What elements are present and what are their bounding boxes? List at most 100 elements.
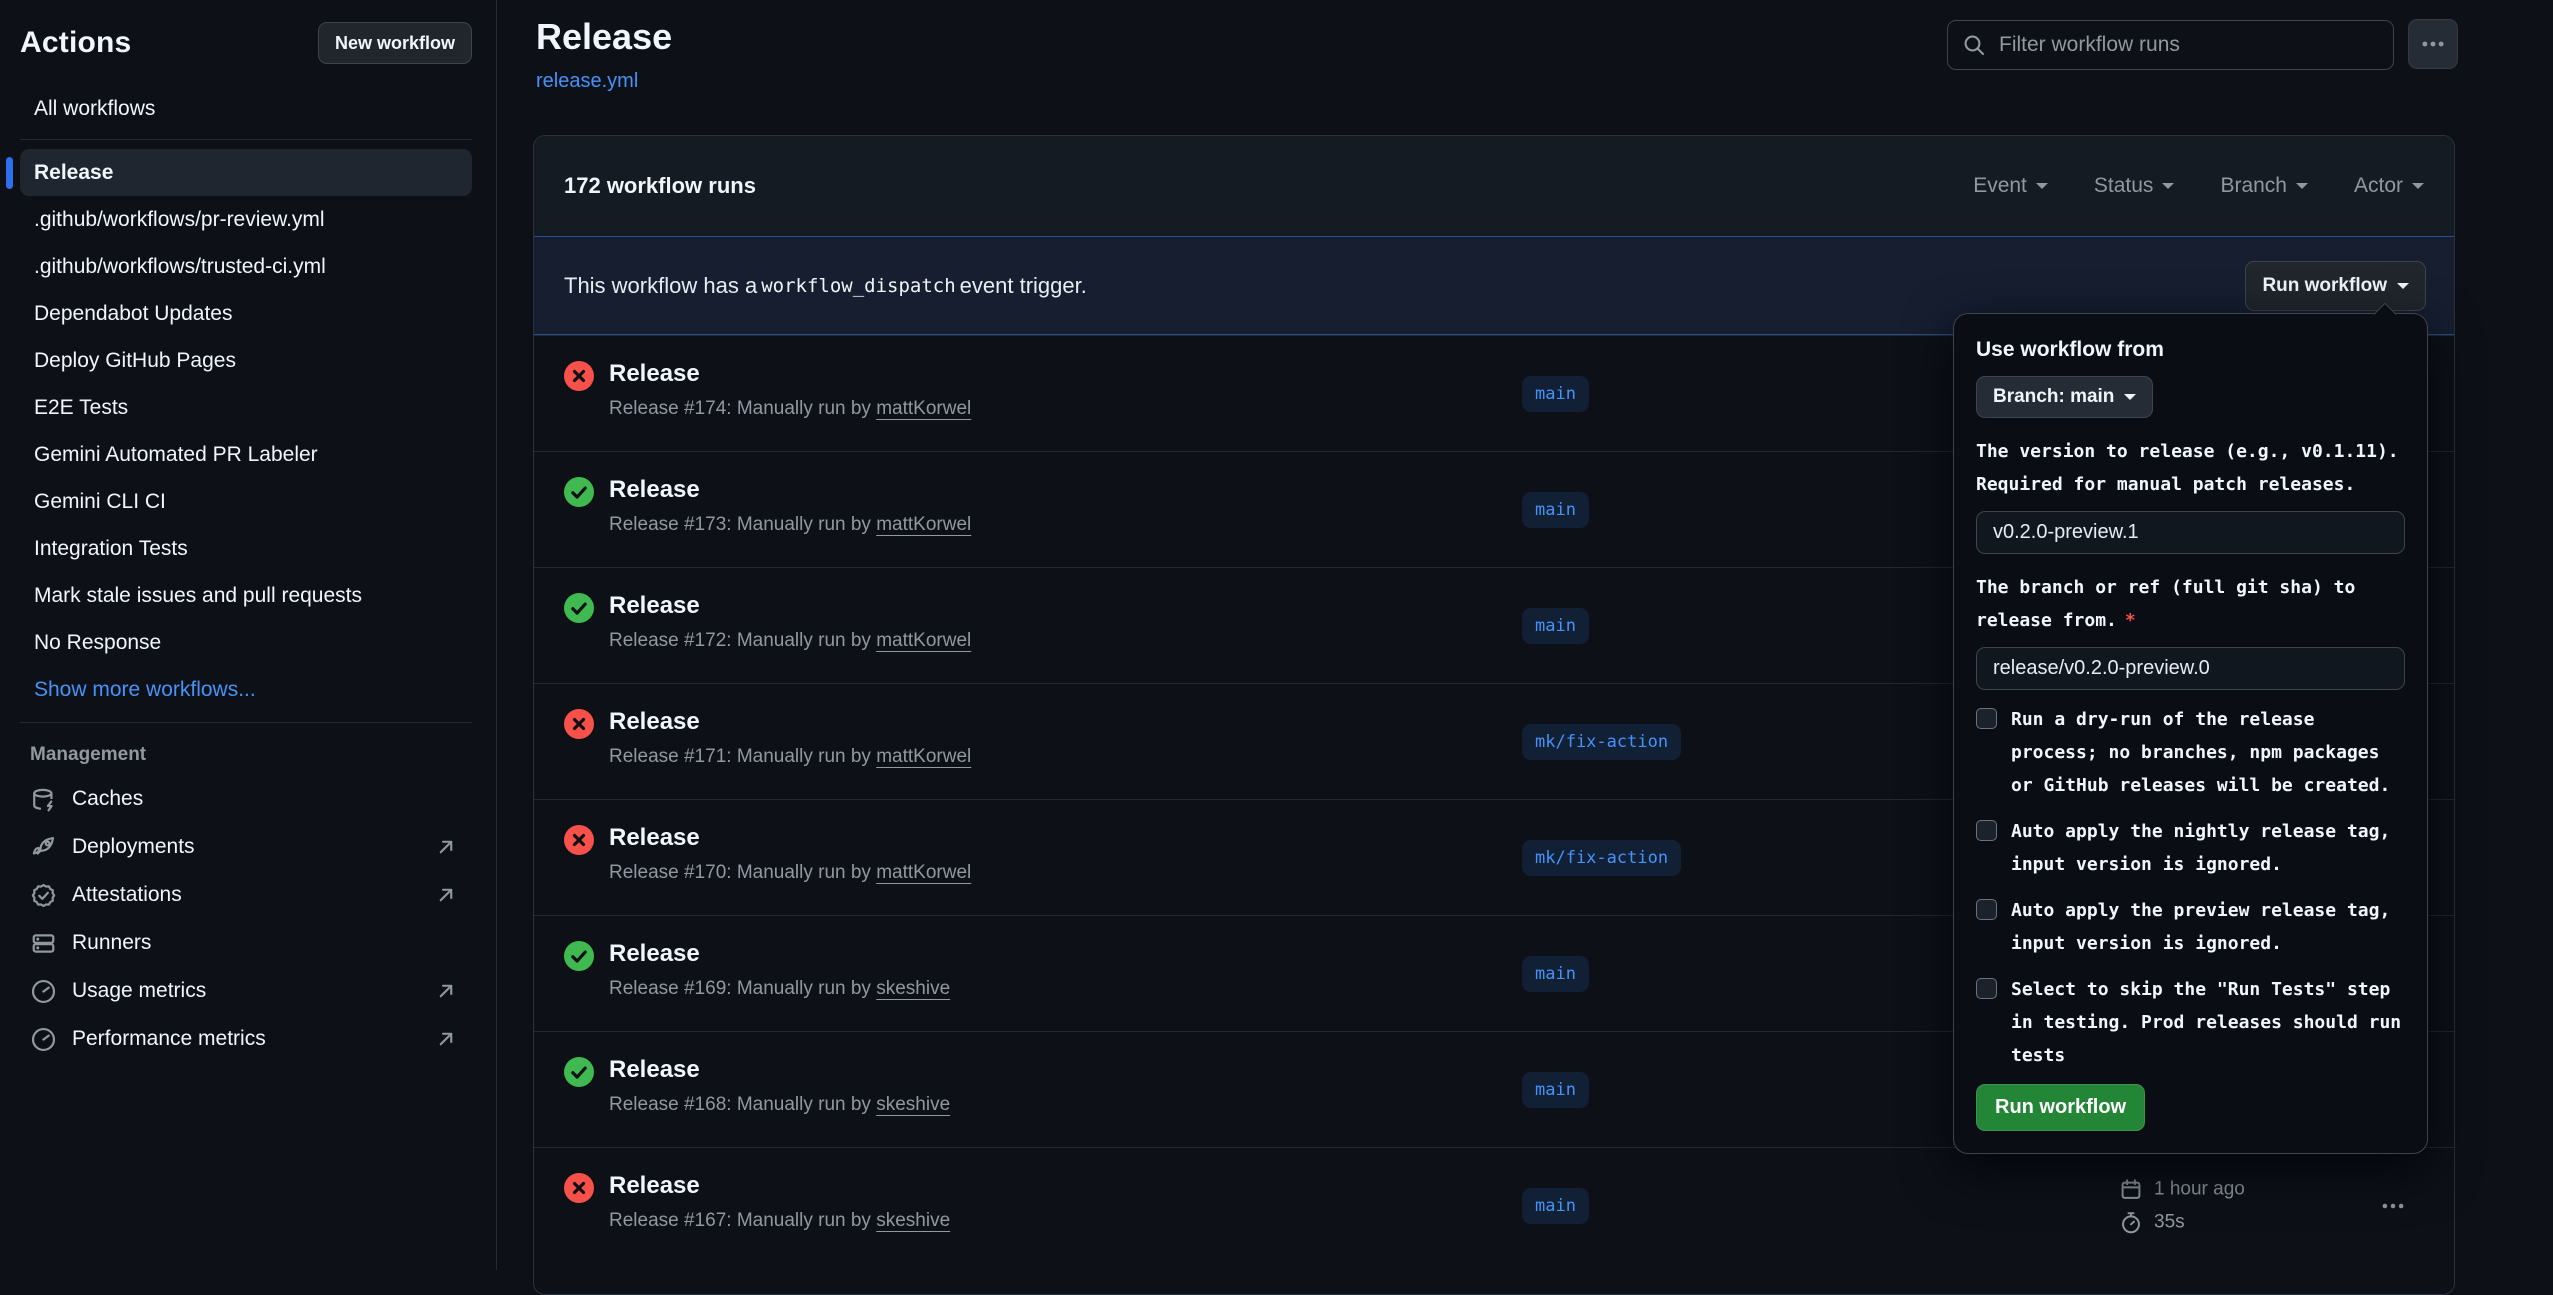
check-circle-icon [564,1057,594,1087]
chevron-down-icon [2036,183,2048,195]
runs-filter-dropdown[interactable]: Event [1973,174,2048,198]
sidebar-item-caches[interactable]: Caches [20,775,472,823]
run-workflow-dropdown-button[interactable]: Run workflow [2245,261,2426,311]
actor-link[interactable]: skeshive [876,1094,950,1115]
sidebar-workflow-item[interactable]: .github/workflows/pr-review.yml [20,196,472,243]
sidebar-workflow-item[interactable]: .github/workflows/trusted-ci.yml [20,243,472,290]
checkbox-label-line: input version is ignored. [2011,848,2390,881]
checkbox[interactable] [1976,978,1997,999]
sidebar-item-all-workflows[interactable]: All workflows [20,88,472,130]
status-icon [564,1173,594,1203]
sidebar-item-performance-metrics[interactable]: Performance metrics [20,1015,472,1063]
sidebar-item-label: Runners [72,931,151,955]
run-subtitle: Release #169: Manually run by skeshive [609,978,950,1000]
filter-label: Branch [2220,174,2287,198]
sidebar-workflow-item[interactable]: Gemini Automated PR Labeler [20,431,472,478]
actor-link[interactable]: mattKorwel [876,630,971,651]
ref-input[interactable] [1976,647,2405,690]
chevron-down-icon [2397,283,2409,295]
sidebar-item-deployments[interactable]: Deployments [20,823,472,871]
check-circle-icon [564,941,594,971]
sidebar-workflow-item[interactable]: Mark stale issues and pull requests [20,572,472,619]
chevron-down-icon [2124,394,2136,406]
sidebar-item-attestations[interactable]: Attestations [20,871,472,919]
status-icon [564,361,594,391]
run-title-link[interactable]: Release [609,824,971,852]
sidebar-workflow-item[interactable]: No Response [20,619,472,666]
run-title-link[interactable]: Release [609,1056,950,1084]
check-circle-icon [564,477,594,507]
run-title-link[interactable]: Release [609,1172,950,1200]
run-title-link[interactable]: Release [609,708,971,736]
checkbox-group: Select to skip the "Run Tests" stepin te… [1976,973,2405,1072]
sidebar-item-label: Performance metrics [72,1027,266,1051]
sidebar-workflow-item[interactable]: Integration Tests [20,525,472,572]
workflow-label: No Response [34,631,161,655]
workflow-label: Integration Tests [34,537,188,561]
run-subtitle: Release #170: Manually run by mattKorwel [609,862,971,884]
actor-link[interactable]: skeshive [876,978,950,999]
required-asterisk: * [2125,610,2136,631]
sidebar-item-runners[interactable]: Runners [20,919,472,967]
status-icon [564,477,594,507]
checkbox-label-line: Auto apply the preview release tag, [2011,894,2390,927]
version-input[interactable] [1976,511,2405,554]
sidebar-item-label: Deployments [72,835,195,859]
sidebar-item-usage-metrics[interactable]: Usage metrics [20,967,472,1015]
branch-selector-button[interactable]: Branch: main [1976,376,2153,418]
branch-badge[interactable]: main [1522,1188,1589,1224]
actor-link[interactable]: mattKorwel [876,398,971,419]
run-title-link[interactable]: Release [609,360,971,388]
sidebar-workflow-item[interactable]: Gemini CLI CI [20,478,472,525]
sidebar-workflow-item[interactable]: Release [20,149,472,196]
branch-badge[interactable]: mk/fix-action [1522,724,1681,760]
runs-filter-dropdown[interactable]: Branch [2220,174,2308,198]
workflow-file-link[interactable]: release.yml [536,70,638,93]
branch-badge[interactable]: main [1522,376,1589,412]
sidebar-item-label: Attestations [72,883,182,907]
stopwatch-icon [2119,1210,2143,1234]
checkbox-label-line: process; no branches, npm packages [2011,736,2390,769]
popover-heading: Use workflow from [1976,338,2405,362]
sidebar-title: Actions [20,26,131,60]
sidebar-workflow-item[interactable]: E2E Tests [20,384,472,431]
branch-badge[interactable]: mk/fix-action [1522,840,1681,876]
actor-link[interactable]: skeshive [876,1210,950,1231]
run-subtitle: Release #172: Manually run by mattKorwel [609,630,971,652]
new-workflow-button[interactable]: New workflow [318,22,472,64]
branch-badge[interactable]: main [1522,956,1589,992]
runs-filter-dropdown[interactable]: Actor [2354,174,2424,198]
checkbox[interactable] [1976,708,1997,729]
rocket-icon [30,834,57,861]
run-title-link[interactable]: Release [609,592,971,620]
run-kebab-menu[interactable] [2380,1193,2406,1219]
workflow-label: Release [34,161,113,185]
run-workflow-submit-button[interactable]: Run workflow [1976,1084,2145,1131]
run-title-link[interactable]: Release [609,476,971,504]
workflow-list: Release .github/workflows/pr-review.yml … [20,149,472,666]
show-more-workflows-link[interactable]: Show more workflows... [20,666,472,713]
sidebar-workflow-item[interactable]: Dependabot Updates [20,290,472,337]
runs-filter-dropdown[interactable]: Status [2094,174,2175,198]
workflow-label: .github/workflows/trusted-ci.yml [34,255,326,279]
filter-workflow-runs-input[interactable] [1997,32,2379,58]
actions-sidebar: Actions New workflow All workflows Relea… [0,0,497,1270]
branch-badge[interactable]: main [1522,1072,1589,1108]
checkbox[interactable] [1976,899,1997,920]
actor-link[interactable]: mattKorwel [876,746,971,767]
run-title-link[interactable]: Release [609,940,950,968]
workflow-options-kebab-button[interactable] [2408,19,2458,69]
sidebar-workflow-item[interactable]: Deploy GitHub Pages [20,337,472,384]
page-title: Release [536,16,672,58]
actor-link[interactable]: mattKorwel [876,862,971,883]
selected-accent-bar [6,157,13,189]
checkbox-label-line: input version is ignored. [2011,927,2390,960]
branch-badge[interactable]: main [1522,608,1589,644]
description-line: Required for manual patch releases. [1976,468,2405,501]
description-line: The version to release (e.g., v0.1.11). [1976,435,2405,468]
branch-badge[interactable]: main [1522,492,1589,528]
actor-link[interactable]: mattKorwel [876,514,971,535]
verified-icon [30,882,57,909]
chevron-down-icon [2296,183,2308,195]
checkbox[interactable] [1976,820,1997,841]
